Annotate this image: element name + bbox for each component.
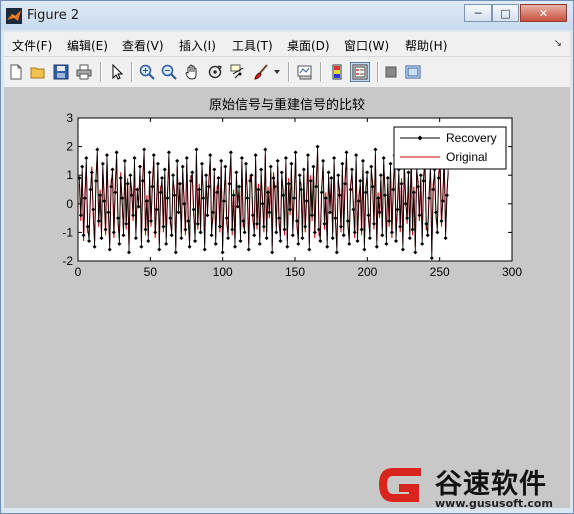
x-tick-label: 0 [75, 265, 82, 279]
legend[interactable]: Recovery Original [393, 126, 507, 170]
y-tick-label: 3 [66, 111, 73, 125]
x-tick-label: 100 [213, 265, 233, 279]
watermark-url: www.gususoft.com [435, 497, 553, 510]
legend-label-original: Original [446, 150, 487, 164]
y-tick-label: -2 [62, 254, 73, 268]
x-tick-label: 250 [430, 265, 450, 279]
y-tick-label: 0 [66, 197, 73, 211]
x-tick-label: 200 [357, 265, 377, 279]
y-tick-label: 1 [66, 168, 73, 182]
watermark-logo [379, 468, 421, 502]
legend-label-recovery: Recovery [446, 131, 497, 145]
y-tick-label: -1 [62, 225, 73, 239]
x-tick-label: 50 [144, 265, 158, 279]
y-tick-label: 2 [66, 140, 73, 154]
x-tick-label: 300 [502, 265, 522, 279]
x-tick-label: 150 [285, 265, 305, 279]
watermark-name: 谷速软件 [435, 469, 547, 500]
plot-area[interactable]: 0 50 100 150 200 250 300 -2 -1 0 1 2 3 Recovery Origi… [0, 0, 574, 514]
